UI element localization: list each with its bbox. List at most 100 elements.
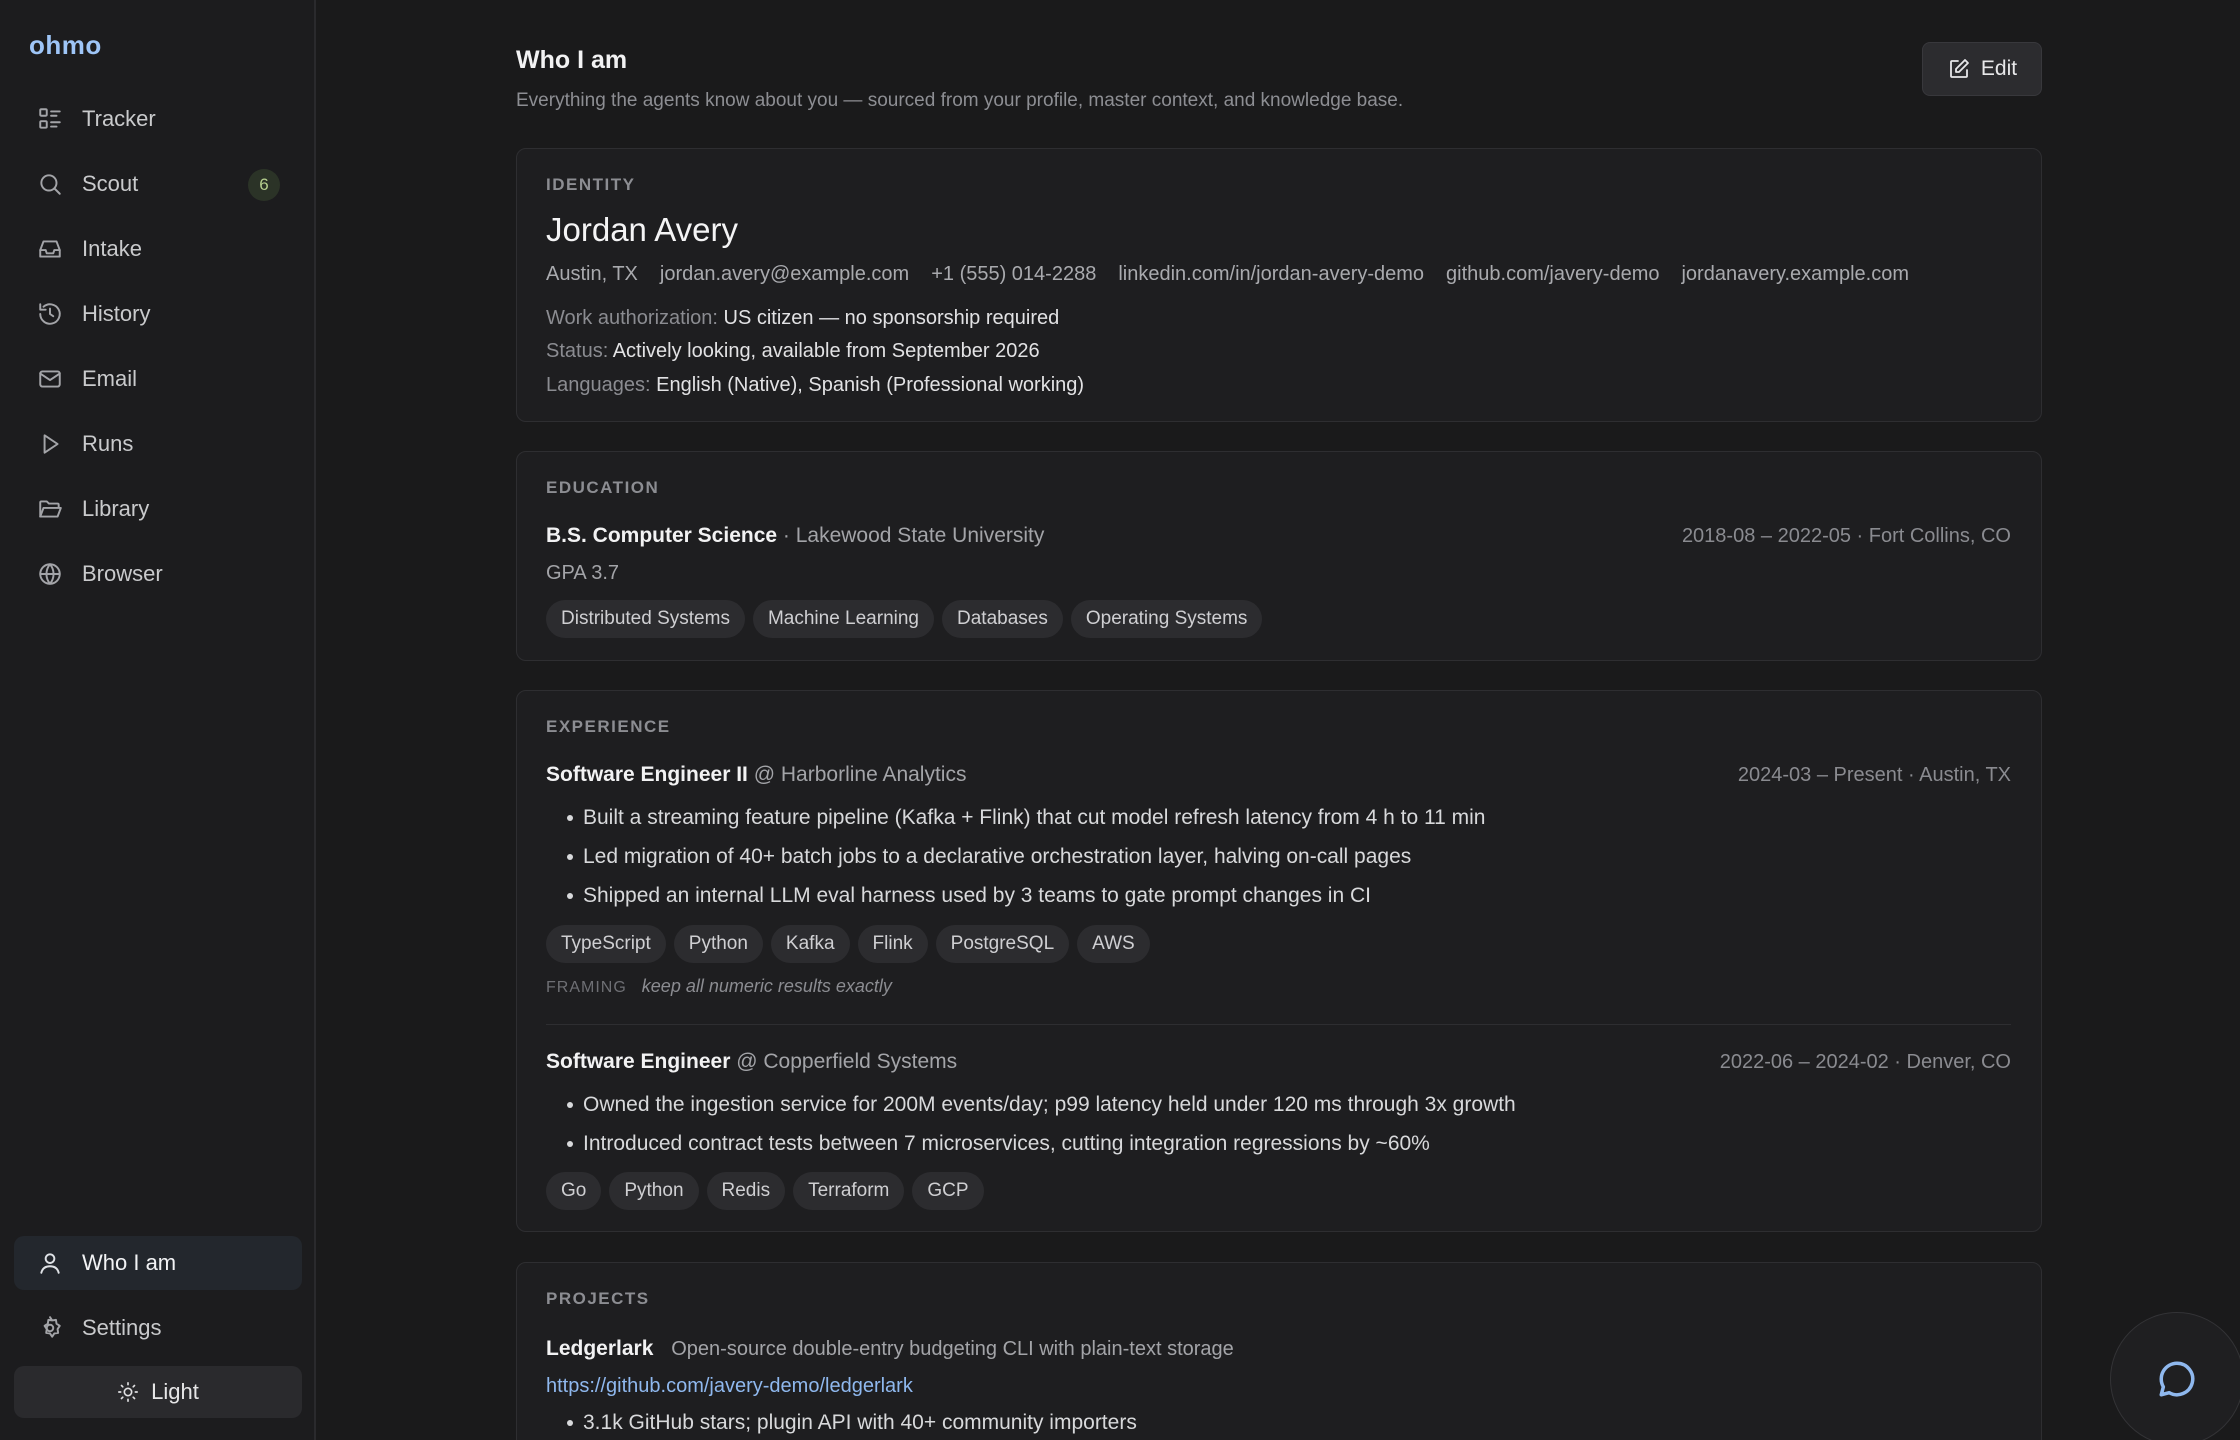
field-value: Actively looking, available from Septemb… bbox=[612, 340, 1040, 362]
skill-chip: Python bbox=[673, 925, 763, 963]
school: · Lakewood State University bbox=[782, 524, 1045, 547]
field-key: Languages: bbox=[546, 374, 651, 396]
education-card: EDUCATION B.S. Computer Science · Lakewo… bbox=[516, 451, 2042, 661]
job-bullets: Built a streaming feature pipeline (Kafk… bbox=[567, 798, 1485, 915]
framing-label: FRAMING bbox=[546, 979, 627, 996]
inbox-icon bbox=[36, 235, 64, 263]
scout-count-badge: 6 bbox=[248, 169, 280, 201]
sidebar-item-label: Who I am bbox=[82, 1250, 177, 1275]
list-item: Shipped an internal LLM eval harness use… bbox=[567, 876, 1485, 915]
degree: B.S. Computer Science bbox=[546, 524, 778, 547]
sidebar-item-runs[interactable]: Runs bbox=[14, 417, 302, 471]
section-label: IDENTITY bbox=[546, 175, 636, 194]
gear-icon bbox=[36, 1314, 64, 1342]
folder-icon bbox=[36, 495, 64, 523]
skill-chip: Python bbox=[609, 1172, 699, 1210]
course-chips: Distributed Systems Machine Learning Dat… bbox=[546, 600, 1263, 638]
job-meta: 2022-06 – 2024-02 · Denver, CO bbox=[1719, 1051, 2011, 1073]
contact-linkedin[interactable]: linkedin.com/in/jordan-avery-demo bbox=[1118, 263, 1424, 286]
chat-bubble-icon bbox=[2159, 1361, 2195, 1397]
globe-icon bbox=[36, 560, 64, 588]
sidebar-item-scout[interactable]: Scout 6 bbox=[14, 157, 302, 211]
edit-button-label: Edit bbox=[1980, 57, 2018, 80]
section-label: EDUCATION bbox=[546, 478, 660, 497]
section-label: EXPERIENCE bbox=[546, 717, 671, 736]
project-description: Open-source double-entry budgeting CLI w… bbox=[671, 1338, 1234, 1360]
skill-chip: TypeScript bbox=[546, 925, 666, 963]
tracker-icon bbox=[36, 105, 64, 133]
section-label: PROJECTS bbox=[546, 1289, 650, 1308]
sidebar-item-label: Library bbox=[82, 496, 150, 521]
divider bbox=[546, 1024, 2011, 1025]
education-title: B.S. Computer Science · Lakewood State U… bbox=[546, 524, 1044, 548]
sidebar-item-tracker[interactable]: Tracker bbox=[14, 92, 302, 146]
experience-card: EXPERIENCE Software Engineer II @ Harbor… bbox=[516, 690, 2042, 1232]
list-item: Owned the ingestion service for 200M eve… bbox=[567, 1085, 1516, 1124]
edit-icon bbox=[1950, 59, 1969, 78]
sidebar-item-label: Scout bbox=[82, 171, 139, 196]
edit-button[interactable]: Edit bbox=[1922, 42, 2042, 96]
sun-icon bbox=[118, 1382, 139, 1402]
contact-github[interactable]: github.com/javery-demo bbox=[1446, 263, 1659, 286]
list-item: Built a streaming feature pipeline (Kafk… bbox=[567, 798, 1485, 837]
sidebar: ohmo Tracker Scout 6 Intake History Emai… bbox=[0, 0, 316, 1440]
skill-chips: TypeScript Python Kafka Flink PostgreSQL… bbox=[546, 925, 1150, 963]
project-title-row: Ledgerlark Open-source double-entry budg… bbox=[546, 1337, 1234, 1361]
job-meta: 2024-03 – Present · Austin, TX bbox=[1737, 764, 2011, 786]
contact-email[interactable]: jordan.avery@example.com bbox=[660, 263, 909, 286]
field-value: US citizen — no sponsorship required bbox=[723, 307, 1060, 329]
sidebar-item-library[interactable]: Library bbox=[14, 482, 302, 536]
skill-chip: Terraform bbox=[793, 1172, 905, 1210]
skill-chip: Go bbox=[546, 1172, 602, 1210]
sidebar-item-label: History bbox=[82, 301, 151, 326]
sidebar-item-intake[interactable]: Intake bbox=[14, 222, 302, 276]
brand-logo[interactable]: ohmo bbox=[29, 30, 102, 61]
job-bullets: Owned the ingestion service for 200M eve… bbox=[567, 1085, 1516, 1163]
list-item: Introduced contract tests between 7 micr… bbox=[567, 1124, 1516, 1163]
sidebar-item-settings[interactable]: Settings bbox=[14, 1301, 302, 1355]
framing-note: FRAMING keep all numeric results exactly bbox=[546, 976, 892, 997]
contact-list: Austin, TX jordan.avery@example.com +1 (… bbox=[546, 263, 1909, 286]
job-org: @ Copperfield Systems bbox=[736, 1050, 958, 1073]
course-chip: Databases bbox=[942, 600, 1063, 638]
sidebar-item-label: Tracker bbox=[82, 106, 156, 131]
project-bullets: 3.1k GitHub stars; plugin API with 40+ c… bbox=[567, 1403, 1137, 1440]
play-icon bbox=[36, 430, 64, 458]
job-org: @ Harborline Analytics bbox=[753, 763, 967, 786]
sidebar-item-browser[interactable]: Browser bbox=[14, 547, 302, 601]
field-key: Work authorization: bbox=[546, 307, 718, 329]
contact-website[interactable]: jordanavery.example.com bbox=[1681, 263, 1909, 286]
list-item: Led migration of 40+ batch jobs to a dec… bbox=[567, 837, 1485, 876]
chat-button[interactable] bbox=[2110, 1312, 2240, 1440]
project-link[interactable]: https://github.com/javery-demo/ledgerlar… bbox=[546, 1375, 913, 1398]
mail-icon bbox=[36, 365, 64, 393]
sidebar-bottom-nav: Who I am Settings bbox=[14, 1236, 302, 1366]
projects-card: PROJECTS Ledgerlark Open-source double-e… bbox=[516, 1262, 2042, 1440]
work-authorization-field: Work authorization: US citizen — no spon… bbox=[546, 307, 1059, 330]
skill-chip: PostgreSQL bbox=[935, 925, 1070, 963]
theme-toggle-label: Light bbox=[151, 1379, 199, 1404]
sidebar-item-email[interactable]: Email bbox=[14, 352, 302, 406]
contact-phone[interactable]: +1 (555) 014-2288 bbox=[931, 263, 1096, 286]
page-subtitle: Everything the agents know about you — s… bbox=[516, 90, 1404, 111]
sidebar-item-who-i-am[interactable]: Who I am bbox=[14, 1236, 302, 1290]
skill-chip: Redis bbox=[706, 1172, 786, 1210]
job-title: Software Engineer II bbox=[546, 763, 748, 786]
job-title: Software Engineer bbox=[546, 1050, 731, 1073]
gpa: GPA 3.7 bbox=[546, 562, 620, 584]
contact-location: Austin, TX bbox=[546, 263, 638, 285]
sidebar-item-label: Intake bbox=[82, 236, 142, 261]
identity-card: IDENTITY Jordan Avery Austin, TX jordan.… bbox=[516, 148, 2042, 422]
sidebar-item-label: Runs bbox=[82, 431, 134, 456]
theme-toggle-button[interactable]: Light bbox=[14, 1366, 302, 1418]
skill-chip: AWS bbox=[1077, 925, 1150, 963]
job-title-row: Software Engineer II @ Harborline Analyt… bbox=[546, 763, 966, 787]
sidebar-item-label: Email bbox=[82, 366, 138, 391]
sidebar-item-history[interactable]: History bbox=[14, 287, 302, 341]
project-name: Ledgerlark bbox=[546, 1337, 654, 1360]
search-icon bbox=[36, 170, 64, 198]
framing-value: keep all numeric results exactly bbox=[641, 976, 892, 996]
course-chip: Machine Learning bbox=[752, 600, 934, 638]
status-field: Status: Actively looking, available from… bbox=[546, 340, 1040, 363]
skill-chip: Flink bbox=[857, 925, 928, 963]
